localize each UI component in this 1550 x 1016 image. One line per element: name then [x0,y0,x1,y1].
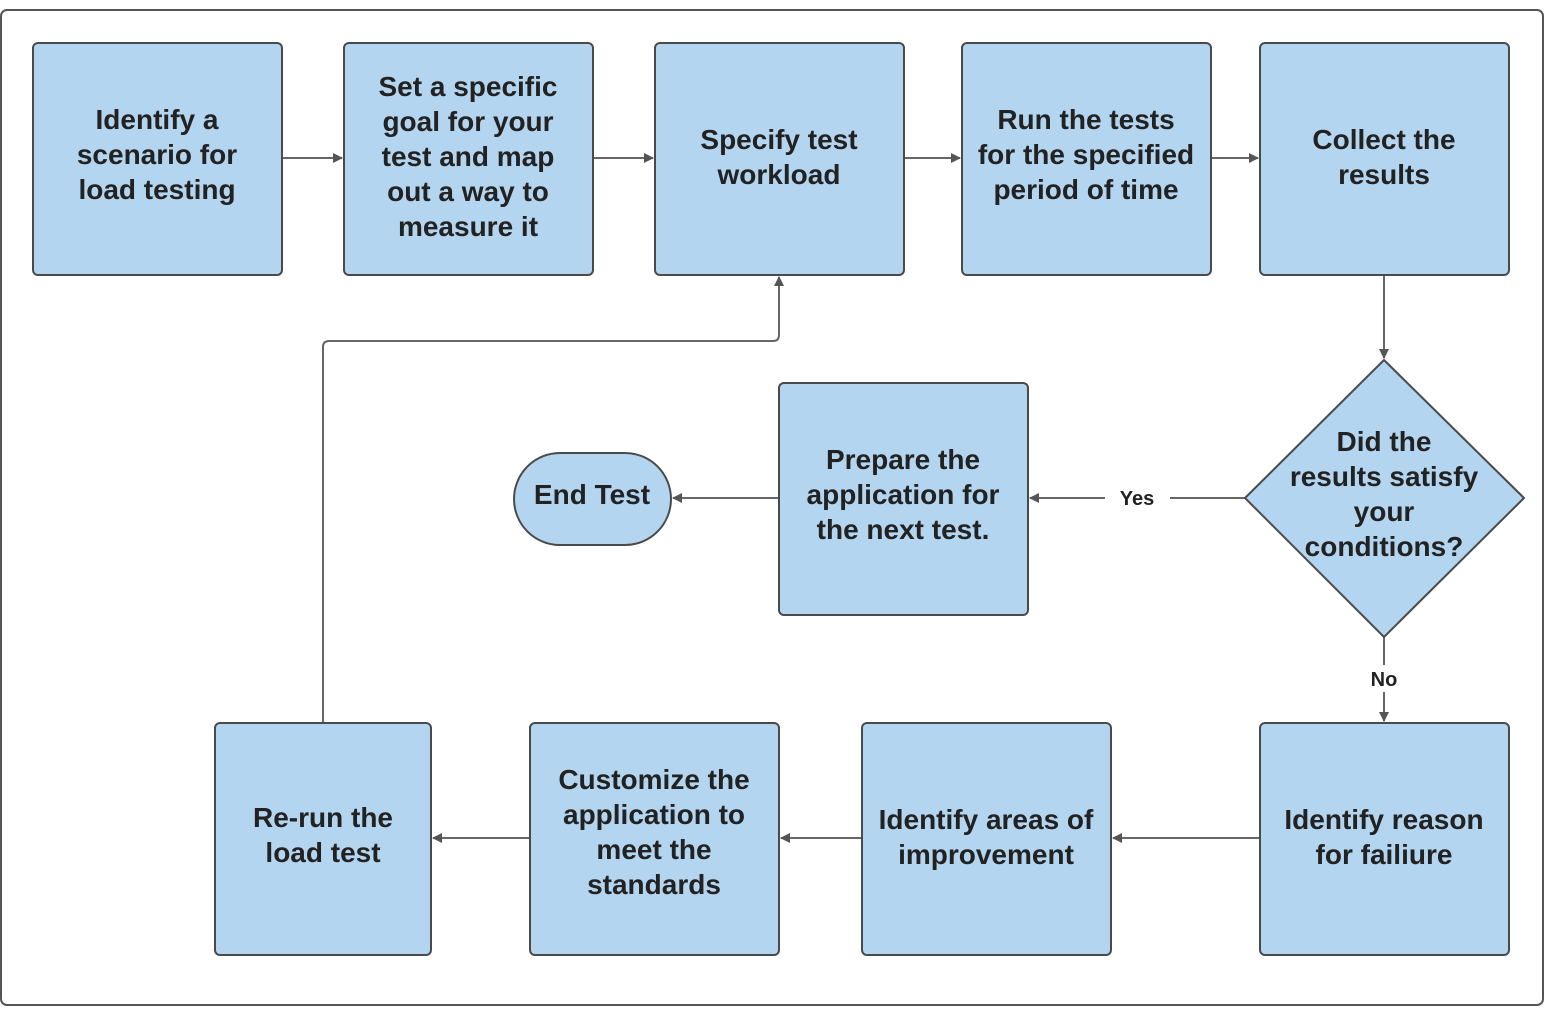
node-identify-reason: Identify reason for failiure [1259,722,1510,956]
edge-label-yes: Yes [1120,488,1154,510]
node-prepare-next: Prepare the application for the next test. [778,382,1029,616]
svg-text:Set a specificgoal for yourtes: Set a specific goal for your test and map o… [379,71,558,242]
node-customize: Customize the application to meet the stand… [529,722,780,956]
node-rerun: Re-run the load test [214,722,432,956]
svg-text:Prepare theapplication forthe: Prepare the application for the next test. [807,444,1000,545]
node-set-goal: Set a specific goal for your test and map o… [343,42,594,276]
node-identify-scenario: Identify a scenario for load testing [32,42,283,276]
node-decision: Did the results satisfy your conditions? [1244,359,1525,638]
svg-text:End Test: End Test [534,479,650,510]
node-collect-results: Collect the results [1259,42,1510,276]
node-specify-workload: Specify test workload [654,42,905,276]
node-identify-areas: Identify areas of improvement [861,722,1112,956]
svg-text:Identify ascenario forload tes: Identify a scenario for load testing [77,104,237,205]
node-end-test: End Test [513,452,672,546]
edge-label-no: No [1371,669,1398,691]
load-testing-flowchart: Yes No Identify a scenario for load testin… [0,9,1544,1006]
svg-text:Run the testsfor the specified: Run the tests for the specified period of … [978,104,1194,205]
node-run-tests: Run the tests for the specified period of … [961,42,1212,276]
